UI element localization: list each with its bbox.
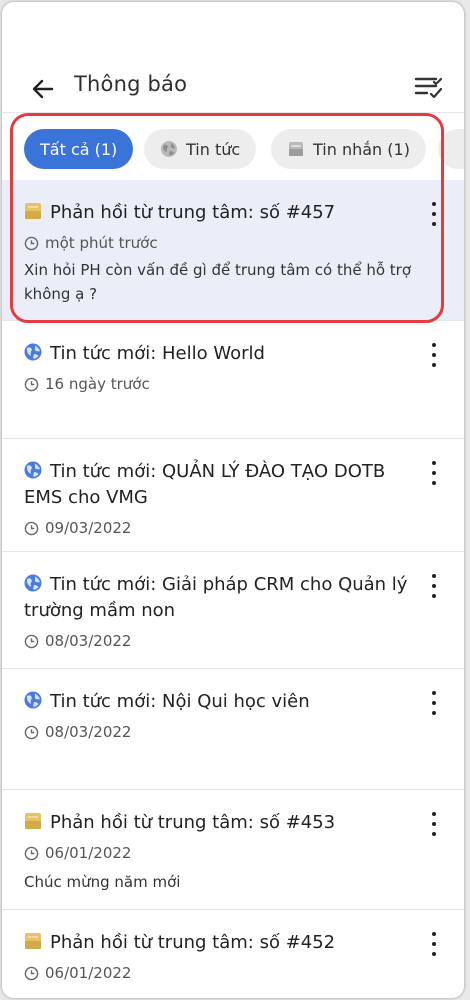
notification-time: 06/01/2022: [24, 964, 131, 982]
notification-item[interactable]: Tin tức mới: QUẢN LÝ ĐÀO TẠO DOTB EMS ch…: [2, 439, 464, 552]
envelope-icon: [25, 813, 41, 829]
notification-item[interactable]: Tin tức mới: Giải pháp CRM cho Quản lý t…: [2, 552, 464, 669]
tab-more[interactable]: [438, 129, 464, 169]
tab-news[interactable]: Tin tức: [144, 129, 257, 169]
notification-title: Phản hồi từ trung tâm: số #452: [24, 930, 414, 956]
notification-time: 08/03/2022: [24, 632, 131, 650]
notification-item[interactable]: Phản hồi từ trung tâm: số #452 06/01/202…: [2, 910, 464, 998]
clock-icon: [24, 966, 39, 980]
clock-icon: [24, 846, 39, 860]
tab-all[interactable]: Tất cả (1): [24, 129, 134, 169]
notification-time: một phút trước: [24, 234, 158, 252]
globe-icon: [24, 574, 42, 592]
notification-time: 06/01/2022: [24, 844, 131, 862]
clock-icon: [24, 236, 39, 250]
more-options-button[interactable]: [426, 343, 442, 367]
notification-item[interactable]: Tin tức mới: Nội Qui học viên 08/03/2022: [2, 669, 464, 790]
globe-icon: [24, 691, 42, 709]
notification-time: 08/03/2022: [24, 723, 131, 741]
tab-news-label: Tin tức: [186, 139, 241, 159]
tab-messages-label: Tin nhắn (1): [313, 139, 410, 159]
notification-title: Tin tức mới: QUẢN LÝ ĐÀO TẠO DOTB EMS ch…: [24, 461, 386, 508]
notification-item[interactable]: Phản hồi từ trung tâm: số #453 06/01/202…: [2, 790, 464, 910]
more-options-button[interactable]: [426, 202, 442, 226]
globe-icon: [24, 461, 42, 479]
filter-tabs: Tất cả (1) Tin tức Tin nhắn (1): [2, 114, 464, 178]
notification-title: Phản hồi từ trung tâm: số #453: [24, 810, 414, 836]
envelope-icon: [289, 142, 303, 156]
clock-icon: [24, 725, 39, 739]
more-options-button[interactable]: [426, 812, 442, 836]
notification-message: Xin hỏi PH còn vấn đề gì để trung tâm có…: [24, 261, 412, 303]
notification-title: Tin tức mới: Hello World: [24, 341, 414, 367]
app-header: Thông báo: [2, 2, 464, 112]
notification-time: 16 ngày trước: [24, 375, 150, 393]
more-options-button[interactable]: [426, 461, 442, 485]
back-button[interactable]: [30, 76, 56, 102]
globe-icon: [161, 141, 177, 157]
notification-title: Tin tức mới: Giải pháp CRM cho Quản lý t…: [24, 574, 408, 621]
clock-icon: [24, 377, 39, 391]
more-options-button[interactable]: [426, 574, 442, 598]
clock-icon: [24, 634, 39, 648]
more-options-button[interactable]: [426, 932, 442, 956]
tab-messages[interactable]: Tin nhắn (1): [271, 129, 426, 169]
arrow-left-icon: [32, 79, 54, 99]
notification-message: Chúc mừng năm mới: [24, 873, 181, 891]
app-screen: Thông báo Tất cả (1) Tin tức Tin nhắn (1…: [2, 2, 464, 998]
envelope-icon: [25, 933, 41, 949]
notification-item[interactable]: Tin tức mới: Hello World 16 ngày trước: [2, 321, 464, 439]
notification-list: Phản hồi từ trung tâm: số #457 một phút …: [2, 180, 464, 998]
checklist-icon: [414, 77, 443, 99]
envelope-icon: [25, 203, 41, 219]
mark-all-read-button[interactable]: [414, 74, 444, 102]
clock-icon: [24, 521, 39, 535]
tab-all-label: Tất cả (1): [40, 139, 118, 159]
more-options-button[interactable]: [426, 691, 442, 715]
page-title: Thông báo: [74, 72, 188, 96]
globe-icon: [24, 343, 42, 361]
notification-item[interactable]: Phản hồi từ trung tâm: số #457 một phút …: [2, 180, 464, 321]
notification-title: Tin tức mới: Nội Qui học viên: [24, 689, 414, 715]
notification-title: Phản hồi từ trung tâm: số #457: [24, 200, 414, 226]
notification-time: 09/03/2022: [24, 519, 131, 537]
header-divider: [2, 112, 464, 113]
